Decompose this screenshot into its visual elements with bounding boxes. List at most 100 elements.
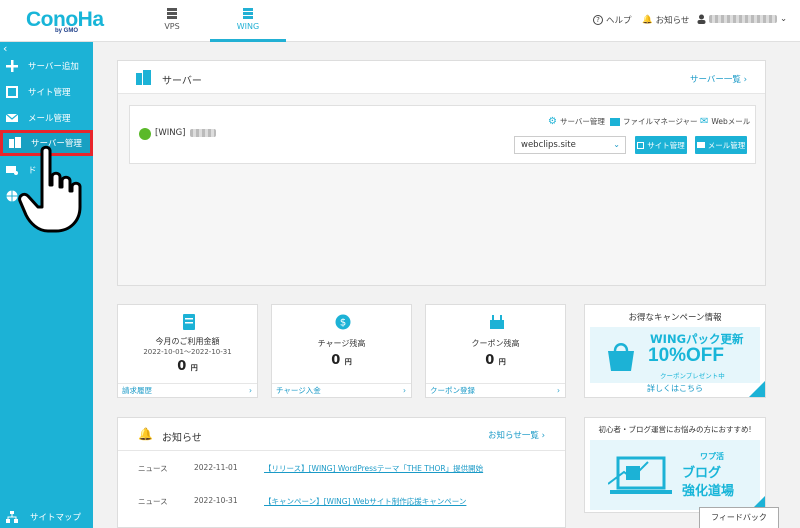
site-manage-button[interactable]: サイト管理 (635, 136, 687, 154)
server-panel-title: サーバー (162, 76, 202, 87)
domain-select[interactable]: webclips.site ⌄ (514, 136, 626, 154)
server-icon (167, 8, 177, 19)
bell-icon: 🔔 (642, 15, 653, 25)
billing-history-link[interactable]: 請求履歴 › (118, 383, 257, 398)
news-link[interactable]: 🔔 お知らせ (642, 14, 689, 26)
coupon-card: クーポン残高 0 円 クーポン登録 › (425, 304, 566, 398)
news-date: 2022-10-31 (194, 496, 238, 505)
power-icon (139, 128, 151, 140)
window-icon (6, 86, 18, 98)
billing-unit: 円 (190, 364, 198, 372)
server-panel-header: サーバー サーバー一覧 › (118, 61, 765, 94)
server-name-label: [WING] (155, 128, 186, 138)
charge-value: 0 円 (272, 353, 411, 368)
blog-dojo-body: ワプ活 ブログ 強化道場 (590, 440, 760, 510)
user-icon (697, 14, 706, 24)
news-category: ニュース (138, 464, 168, 473)
news-row: ニュース 2022-10-31 【キャンペーン】[WING] Webサイト制作応… (118, 496, 565, 510)
charge-title: チャージ残高 (317, 339, 366, 348)
server-list-link-label: サーバー一覧 (689, 75, 741, 85)
plus-icon (6, 60, 18, 72)
globe-icon (6, 190, 18, 202)
logo-gmo: by GMO (55, 28, 79, 34)
laptop-icon (608, 456, 672, 494)
news-label: お知らせ (655, 16, 690, 26)
chevron-right-icon: › (743, 75, 747, 85)
coupon-register-link[interactable]: クーポン登録 › (426, 383, 565, 398)
sidebar-item-label: サーバー追加 (28, 62, 79, 72)
coupon-title: クーポン残高 (471, 339, 520, 348)
campaign-banner[interactable]: お得なキャンペーン情報 WINGパック更新 10%OFF クーポンプレゼント中 … (584, 304, 766, 398)
chevron-right-icon: › (557, 386, 560, 395)
blog-dojo-banner[interactable]: 初心者・ブログ運営にお悩みの方におすすめ! ワプ活 ブログ 強化道場 (584, 417, 766, 513)
feedback-button[interactable]: フィードバック (699, 507, 779, 528)
news-list-link[interactable]: お知らせ一覧 › (488, 429, 545, 441)
help-label: ヘルプ (606, 16, 632, 26)
mail-manage-button[interactable]: メール管理 (695, 136, 747, 154)
chevron-down-icon: ⌄ (780, 14, 788, 24)
campaign-details-link[interactable]: 詳しくはこちら (590, 383, 760, 394)
folder-icon (610, 117, 620, 126)
billing-card: 今月のご利用金額 2022-10-01～2022-10-31 0 円 請求履歴 › (117, 304, 258, 398)
mail-icon (696, 142, 705, 148)
sidebar-item-site[interactable]: サイト管理 (0, 79, 93, 105)
question-icon: ? (593, 15, 603, 25)
user-menu[interactable]: ⌄ (697, 14, 787, 24)
news-list-link-label: お知らせ一覧 (488, 431, 539, 441)
server-manage-tool[interactable]: ⚙ サーバー管理 (548, 116, 605, 127)
tab-vps-label: VPS (164, 22, 180, 31)
news-date: 2022-11-01 (194, 463, 238, 472)
chevron-right-icon: › (403, 386, 406, 395)
billing-period: 2022-10-01～2022-10-31 (143, 348, 232, 356)
server-panel: サーバー サーバー一覧 › [WING] ⚙ サーバー管理 ファイルマネージャー … (117, 60, 766, 286)
blog-dojo-line1: ワプ活 (700, 452, 724, 461)
webmail-tool[interactable]: ✉ Webメール (700, 116, 750, 127)
top-header: ConoHa by GMO VPS WING ? ヘルプ 🔔 お知らせ ⌄ (0, 0, 800, 42)
window-icon (637, 141, 645, 149)
sidebar-item-label: サイト管理 (28, 88, 71, 98)
billing-value-number: 0 (177, 359, 187, 374)
file-manager-tool[interactable]: ファイルマネージャー (610, 116, 697, 127)
sidebar-sitemap[interactable]: サイトマップ (0, 506, 93, 528)
coin-icon: $ (335, 314, 351, 330)
sidebar-item-mail[interactable]: メール管理 (0, 105, 93, 131)
shopping-bag-icon (608, 343, 634, 371)
server-name[interactable]: [WING] (155, 128, 216, 138)
campaign-line3: クーポンプレゼント中 (660, 372, 725, 380)
campaign-body: WINGパック更新 10%OFF クーポンプレゼント中 (590, 327, 760, 383)
blog-dojo-title: 初心者・ブログ運営にお悩みの方におすすめ! (598, 425, 752, 434)
server-card: [WING] ⚙ サーバー管理 ファイルマネージャー ✉ Webメール webcli… (129, 105, 756, 164)
pointing-hand-icon (18, 145, 82, 233)
news-title-link[interactable]: 【リリース】[WING] WordPressテーマ「THE THOR」提供開始 (264, 463, 483, 474)
news-panel-header: 🔔 お知らせ お知らせ一覧 › (118, 418, 565, 451)
coupon-unit: 円 (498, 358, 506, 366)
webmail-icon: ✉ (700, 116, 709, 127)
mail-icon (6, 113, 18, 122)
news-category: ニュース (138, 497, 168, 506)
server-stack-icon (136, 70, 151, 85)
chevron-down-icon: ⌄ (613, 140, 620, 149)
blog-dojo-line3: 強化道場 (682, 484, 735, 499)
campaign-title: お得なキャンペーン情報 (628, 313, 722, 323)
help-link[interactable]: ? ヘルプ (593, 14, 632, 26)
charge-deposit-link[interactable]: チャージ入金 › (272, 383, 411, 398)
blog-dojo-line2: ブログ (682, 466, 722, 481)
server-icon (243, 8, 253, 19)
coupon-value: 0 円 (426, 353, 565, 368)
sidebar: ‹ サーバー追加 サイト管理 メール管理 サーバー管理 ド サイトマップ (0, 42, 93, 528)
svg-text:$: $ (340, 318, 346, 329)
coupon-register-label: クーポン登録 (430, 386, 475, 395)
charge-card: $ チャージ残高 0 円 チャージ入金 › (271, 304, 412, 398)
sidebar-item-add-server[interactable]: サーバー追加 (0, 53, 93, 79)
news-title-link[interactable]: 【キャンペーン】[WING] Webサイト制作応援キャンペーン (264, 496, 466, 507)
tab-wing-label: WING (236, 22, 260, 31)
domain-select-value: webclips.site (521, 140, 576, 150)
file-manager-tool-label: ファイルマネージャー (623, 117, 698, 126)
coupon-value-number: 0 (485, 353, 495, 368)
server-list-link[interactable]: サーバー一覧 › (690, 73, 747, 85)
gear-icon: ⚙ (548, 116, 557, 127)
news-panel: 🔔 お知らせ お知らせ一覧 › ニュース 2022-11-01 【リリース】[W… (117, 417, 566, 528)
server-manage-tool-label: サーバー管理 (559, 117, 605, 126)
tab-vps[interactable]: VPS (134, 0, 210, 42)
tab-wing[interactable]: WING (210, 0, 286, 42)
